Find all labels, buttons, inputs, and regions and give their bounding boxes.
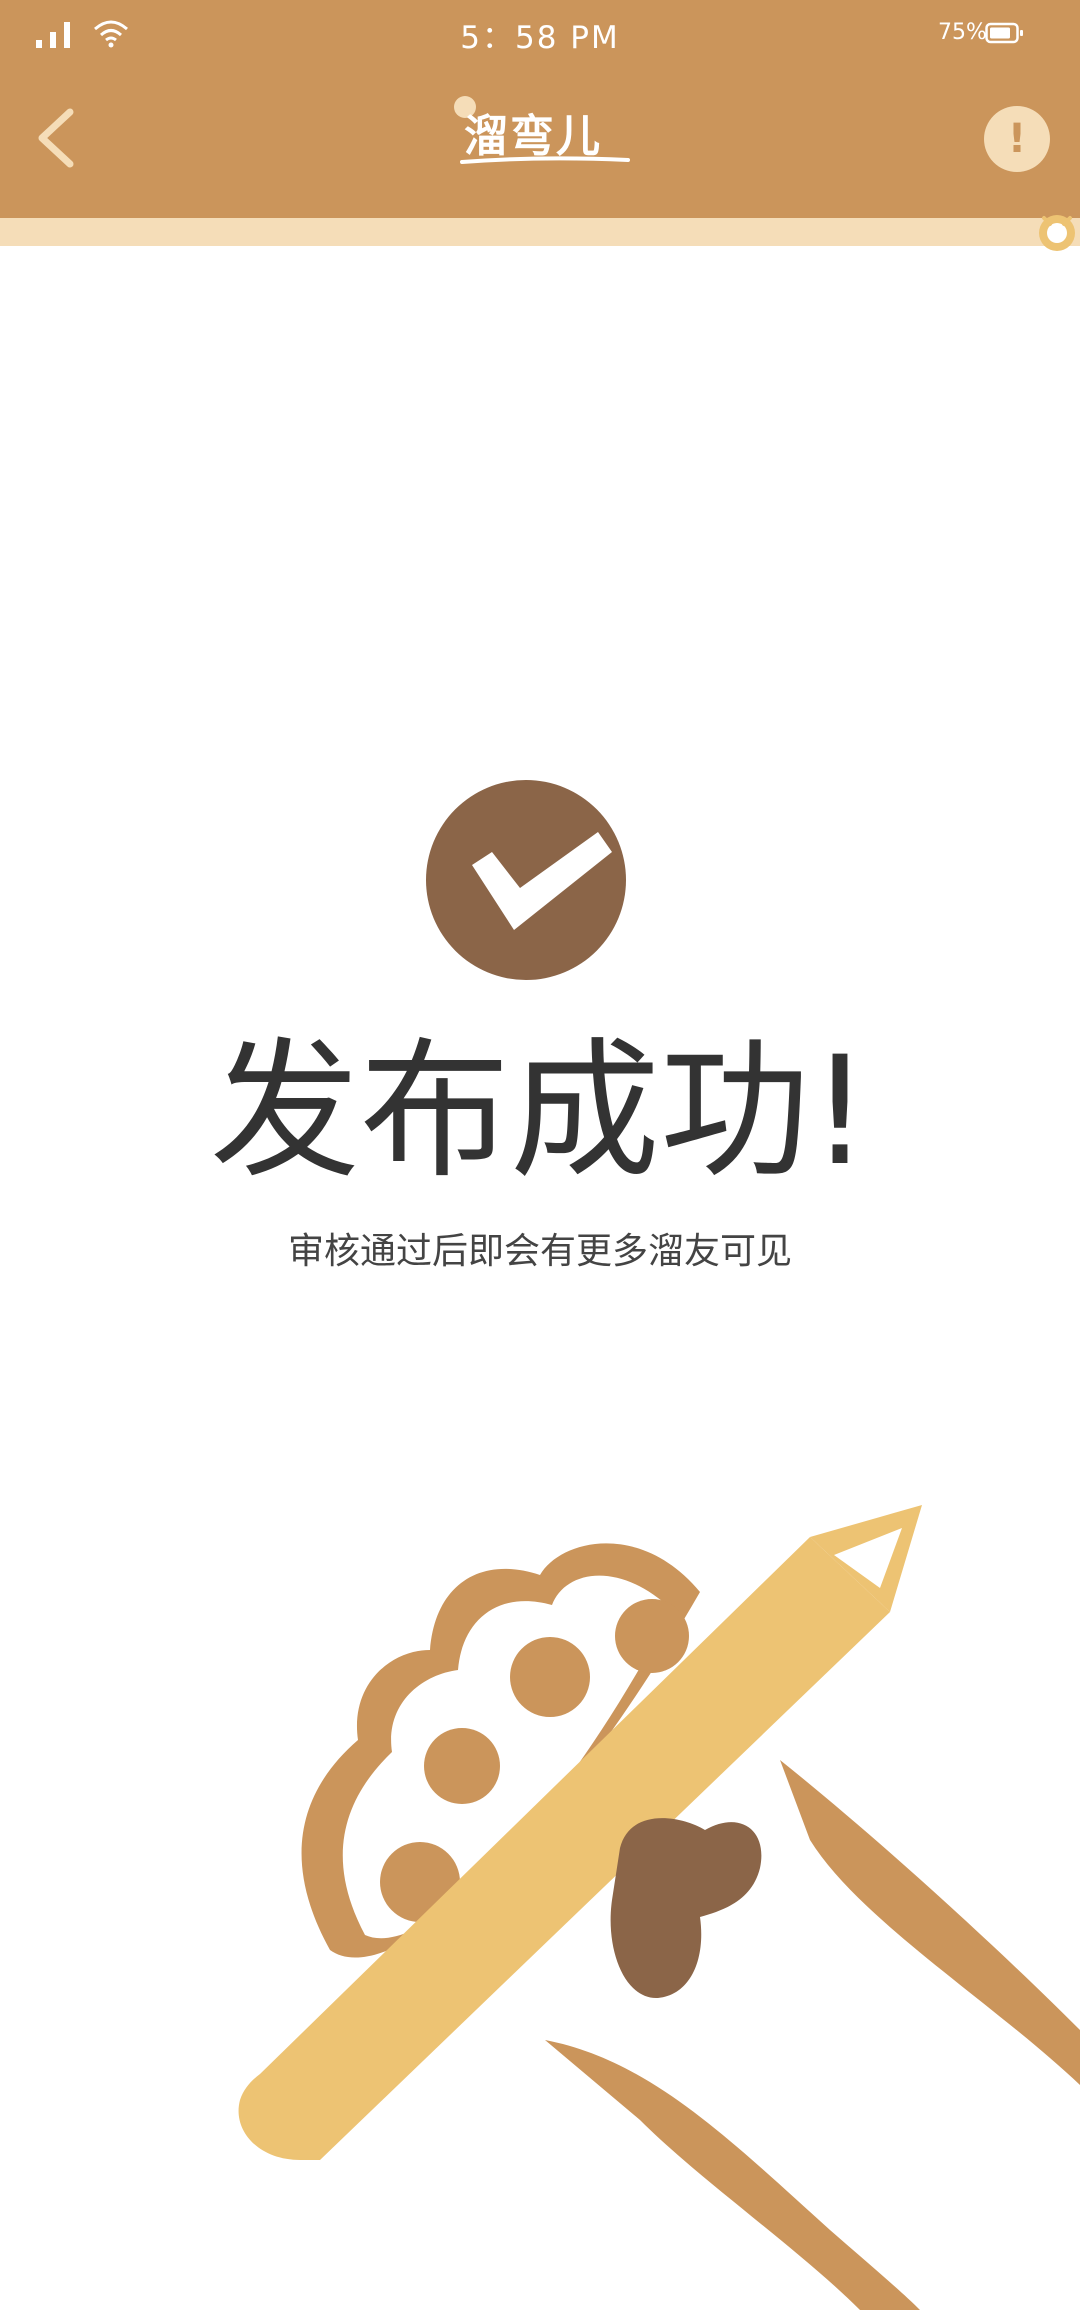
stroke-right-icon bbox=[780, 1760, 1080, 2085]
back-chevron-icon[interactable] bbox=[30, 100, 86, 176]
paw-pencil-illustration bbox=[238, 1505, 1080, 2310]
success-check-icon bbox=[426, 780, 626, 980]
status-bar: 5：58 PM 75% bbox=[0, 0, 1080, 66]
status-time: 5：58 PM bbox=[460, 20, 620, 56]
success-title: 发布成功! bbox=[209, 1025, 871, 1199]
success-subtitle: 审核通过后即会有更多溜友可见 bbox=[287, 1231, 792, 1272]
logo-underline bbox=[460, 156, 630, 164]
battery-icon bbox=[985, 22, 1023, 44]
brown-spot-icon bbox=[610, 1818, 762, 1999]
header-bar: 5：58 PM 75% 溜弯儿 ! bbox=[0, 0, 1080, 218]
battery-percent: 75% bbox=[938, 20, 987, 45]
progress-track bbox=[0, 218, 1080, 246]
app-logo: 溜弯儿 bbox=[450, 92, 640, 172]
info-button[interactable]: ! bbox=[984, 106, 1050, 172]
progress-knob bbox=[1039, 215, 1075, 251]
stroke-bottom-icon bbox=[545, 2040, 920, 2310]
publish-success-screen: 5：58 PM 75% 溜弯儿 ! 发布成功! 审核通过后即会有更多溜友可见 bbox=[0, 0, 1080, 2310]
